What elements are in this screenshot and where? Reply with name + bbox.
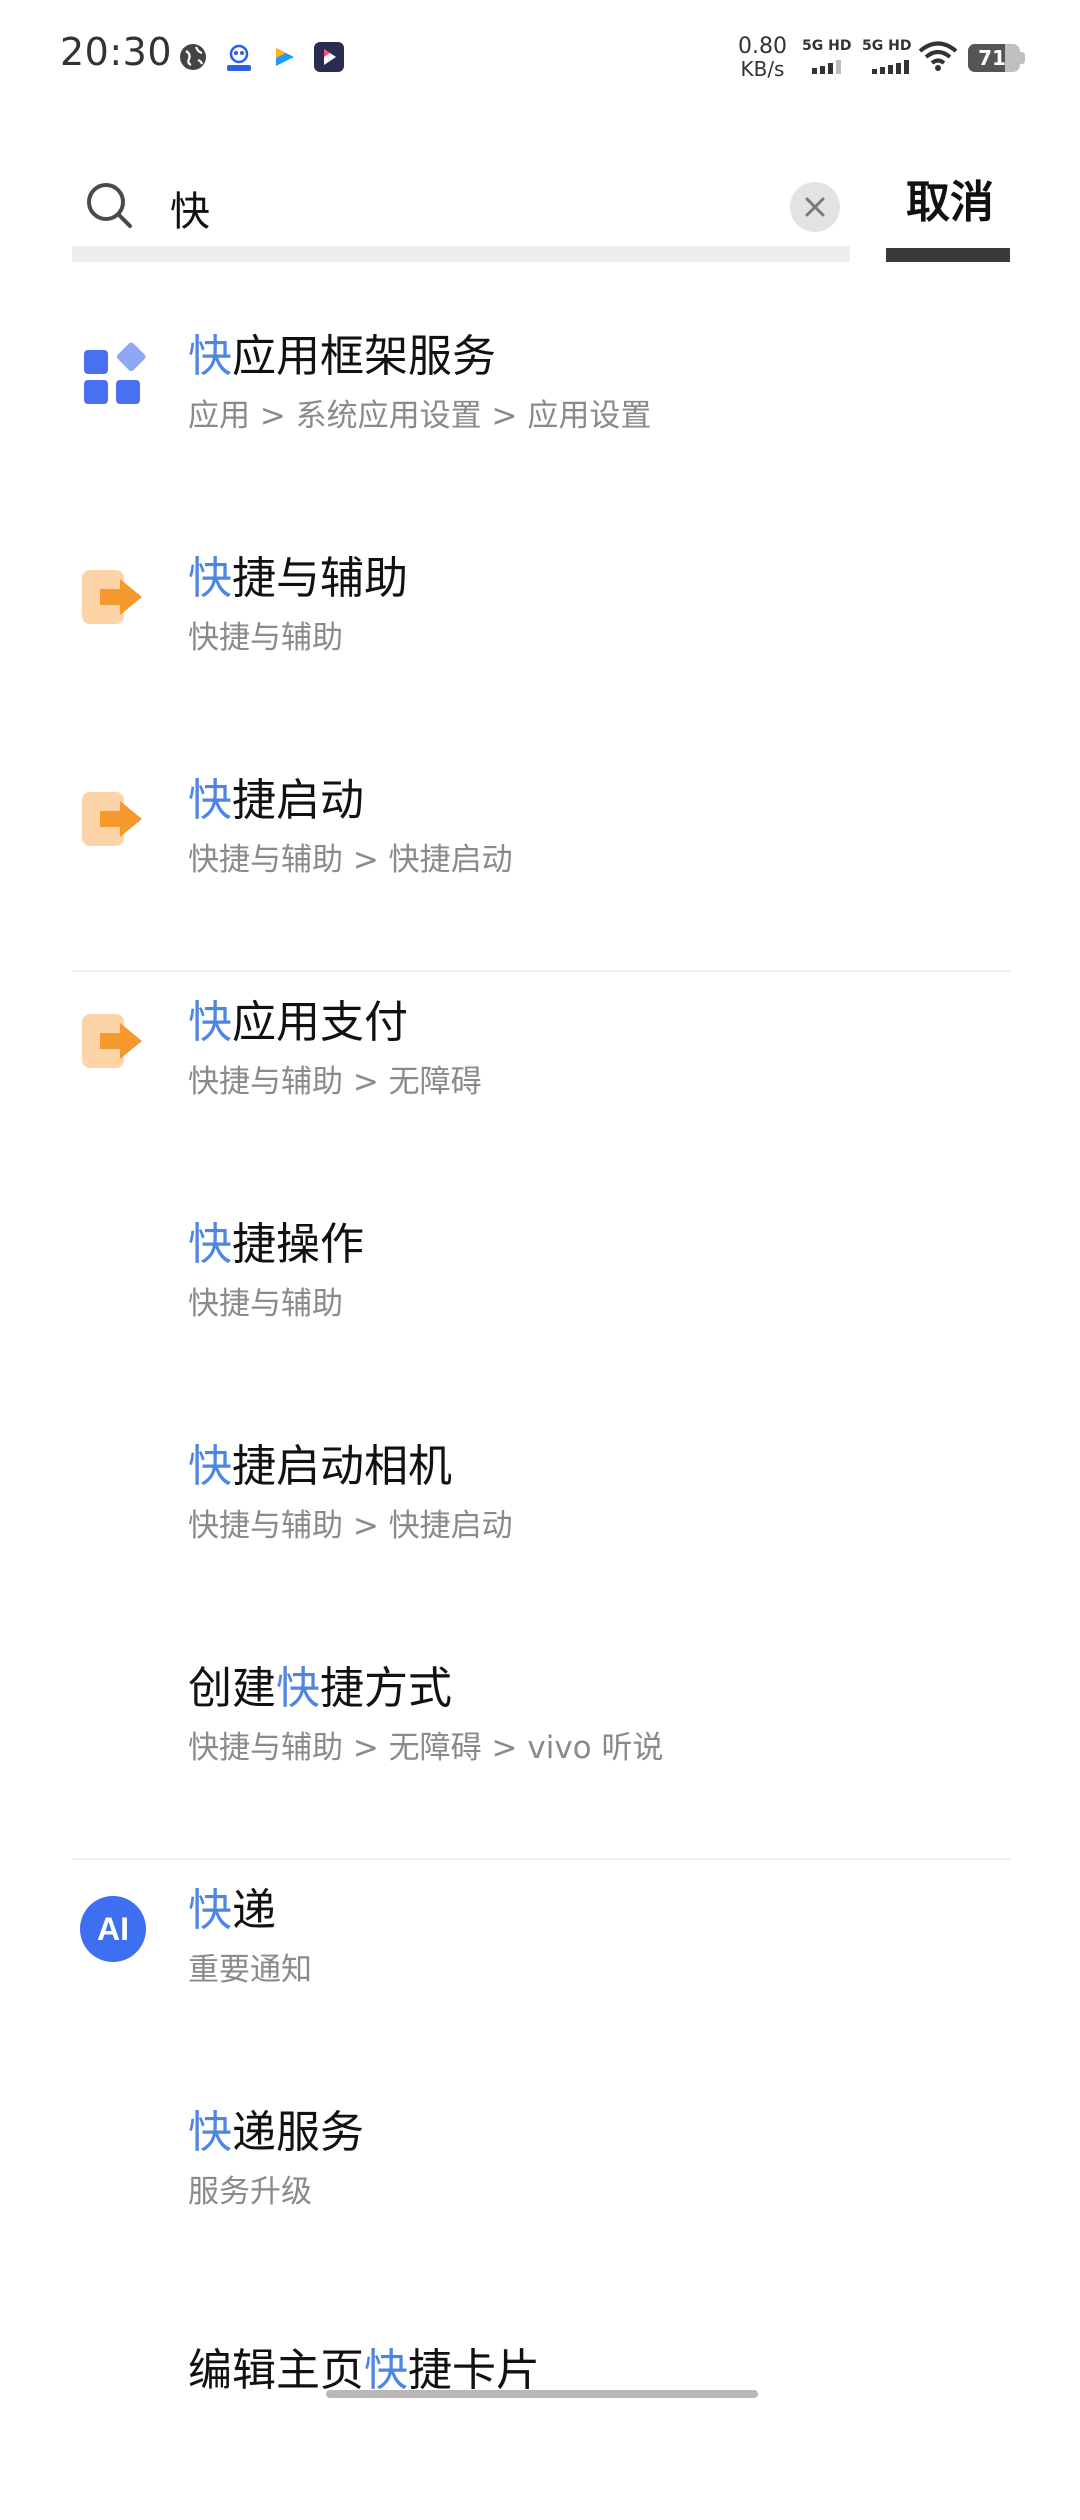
- result-title: 快递服务: [188, 2096, 364, 2160]
- ai-badge-icon: AI: [78, 1894, 148, 1964]
- clear-search-button[interactable]: [790, 182, 840, 232]
- media-app-icon: [314, 42, 344, 72]
- result-path: 快捷与辅助 > 快捷启动: [188, 1508, 513, 1544]
- shortcut-arrow-icon: [78, 784, 148, 854]
- home-indicator[interactable]: [326, 2390, 758, 2398]
- search-result-item[interactable]: 快捷与辅助 快捷与辅助: [0, 522, 1080, 744]
- search-result-item[interactable]: 快捷操作快捷与辅助: [0, 1188, 1080, 1410]
- result-title-suffix: 应用支付: [232, 997, 408, 1048]
- result-title-prefix: 编辑主页: [188, 2345, 364, 2396]
- svg-text:AI: AI: [97, 1911, 129, 1947]
- result-title-highlight: 快: [276, 1663, 320, 1714]
- search-box[interactable]: [72, 160, 850, 256]
- result-title: 快捷启动: [188, 764, 364, 828]
- search-input[interactable]: [170, 178, 730, 238]
- search-result-item[interactable]: 快应用支付快捷与辅助 > 无障碍: [0, 966, 1080, 1188]
- sim1-label: 5G HD: [802, 38, 852, 54]
- search-result-item[interactable]: AI 快递重要通知: [0, 1854, 1080, 2076]
- app-grid-icon: [78, 340, 148, 410]
- result-title: 编辑主页快捷卡片: [188, 2334, 540, 2398]
- result-title: 快捷与辅助: [188, 542, 408, 606]
- result-title-highlight: 快: [188, 1441, 232, 1492]
- close-icon: [805, 197, 825, 217]
- cancel-underline: [886, 248, 1010, 262]
- baidu-app-icon: [223, 41, 255, 73]
- search-icon: [87, 183, 132, 228]
- result-path: 快捷与辅助: [188, 620, 343, 656]
- search-result-item[interactable]: 创建快捷方式快捷与辅助 > 无障碍 > vivo 听说: [0, 1632, 1080, 1854]
- wifi-icon: [918, 41, 958, 71]
- status-time: 20:30: [60, 30, 173, 74]
- result-title-highlight: 快: [188, 553, 232, 604]
- result-title-highlight: 快: [188, 1219, 232, 1270]
- result-title-suffix: 捷与辅助: [232, 553, 408, 604]
- network-speed: 0.80 KB/s: [738, 34, 787, 81]
- search-result-item[interactable]: 快捷启动快捷与辅助 > 快捷启动: [0, 744, 1080, 966]
- search-result-item[interactable]: 快应用框架服务应用 > 系统应用设置 > 应用设置: [0, 300, 1080, 522]
- result-title-highlight: 快: [188, 2107, 232, 2158]
- result-path: 应用 > 系统应用设置 > 应用设置: [188, 398, 652, 434]
- shortcut-arrow-icon: [78, 1006, 148, 1076]
- result-title-suffix: 捷操作: [232, 1219, 364, 1270]
- result-title-suffix: 捷卡片: [408, 2345, 540, 2396]
- result-path: 快捷与辅助 > 无障碍: [188, 1064, 482, 1100]
- result-title-highlight: 快: [188, 1885, 232, 1936]
- result-title-highlight: 快: [188, 997, 232, 1048]
- battery-icon: 71: [968, 44, 1020, 72]
- result-title-suffix: 递: [232, 1885, 276, 1936]
- sim1-signal-icon: [812, 60, 841, 74]
- result-path: 服务升级: [188, 2174, 312, 2210]
- sim2-label: 5G HD: [862, 38, 912, 54]
- search-result-item[interactable]: 快捷启动相机快捷与辅助 > 快捷启动: [0, 1410, 1080, 1632]
- battery-tip: [1020, 52, 1025, 64]
- video-play-icon: [276, 48, 294, 66]
- result-title-suffix: 捷方式: [320, 1663, 452, 1714]
- result-title: 快捷启动相机: [188, 1430, 452, 1494]
- result-path: 快捷与辅助 > 无障碍 > vivo 听说: [188, 1730, 664, 1766]
- result-title-prefix: 创建: [188, 1663, 276, 1714]
- result-title-suffix: 捷启动相机: [232, 1441, 452, 1492]
- result-title-suffix: 递服务: [232, 2107, 364, 2158]
- search-result-item[interactable]: 快递服务服务升级: [0, 2076, 1080, 2298]
- result-title-highlight: 快: [364, 2345, 408, 2396]
- search-result-item[interactable]: 编辑主页快捷卡片: [0, 2298, 1080, 2520]
- result-title: 快递: [188, 1874, 276, 1938]
- cancel-button[interactable]: 取消: [888, 170, 1012, 260]
- status-bar: 20:30 0.80 KB/s 5G HD 5G HD 71: [0, 0, 1080, 110]
- result-path: 快捷与辅助 > 快捷启动: [188, 842, 513, 878]
- result-title-suffix: 捷启动: [232, 775, 364, 826]
- globe-icon: [180, 44, 206, 70]
- result-title: 创建快捷方式: [188, 1652, 452, 1716]
- result-path: 快捷与辅助: [188, 1286, 343, 1322]
- result-title-highlight: 快: [188, 331, 232, 382]
- result-title: 快应用支付: [188, 986, 408, 1050]
- result-title: 快捷操作: [188, 1208, 364, 1272]
- sim2-signal-icon: [872, 60, 909, 74]
- shortcut-arrow-icon: [78, 562, 148, 632]
- result-title-highlight: 快: [188, 775, 232, 826]
- search-underline: [72, 246, 850, 262]
- result-title: 快应用框架服务: [188, 320, 496, 384]
- result-title-suffix: 应用框架服务: [232, 331, 496, 382]
- result-path: 重要通知: [188, 1952, 312, 1988]
